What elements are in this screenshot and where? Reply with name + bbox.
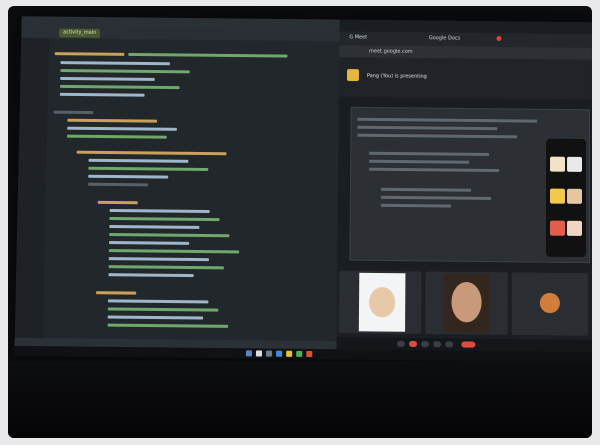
code-line xyxy=(77,151,227,156)
mic-button[interactable] xyxy=(397,341,405,347)
camera-button[interactable] xyxy=(409,341,417,347)
code-line xyxy=(55,52,125,56)
code-line xyxy=(109,265,224,269)
browser-window: G Meet Google Docs meet.google.com Pang … xyxy=(337,20,592,352)
code-line xyxy=(109,257,209,261)
leave-call-button[interactable] xyxy=(461,341,475,347)
code-line xyxy=(67,127,177,131)
code-line xyxy=(110,209,210,213)
code-line xyxy=(98,201,138,204)
presenting-banner: Pang (You) is presenting xyxy=(339,57,592,99)
code-line xyxy=(108,299,208,303)
photo-of-monitor: activity_main G Meet Google Docs meet.go… xyxy=(8,6,592,438)
taskbar-app-icon[interactable] xyxy=(276,351,282,357)
desk-surface xyxy=(8,361,592,438)
shared-code-line xyxy=(369,160,469,164)
more-options-button[interactable] xyxy=(445,341,453,347)
monitor-screen: activity_main G Meet Google Docs meet.go… xyxy=(14,16,592,362)
ide-active-tab[interactable]: activity_main xyxy=(59,28,100,37)
code-line xyxy=(88,159,188,163)
participant-tile[interactable] xyxy=(339,271,422,334)
shared-code-line xyxy=(358,126,498,130)
browser-tab[interactable]: Google Docs xyxy=(429,35,460,41)
shared-code-line xyxy=(381,196,491,200)
start-icon[interactable] xyxy=(246,350,252,356)
presenting-text: Pang (You) is presenting xyxy=(367,73,427,80)
code-line xyxy=(88,183,148,187)
line-number-gutter xyxy=(15,38,49,338)
participant-face xyxy=(451,282,481,323)
participant-face xyxy=(369,287,395,318)
shared-code-line xyxy=(369,152,489,156)
code-line xyxy=(109,225,199,229)
participant-strip xyxy=(337,267,592,340)
code-line xyxy=(88,167,208,171)
taskbar-app-icon[interactable] xyxy=(286,351,292,357)
taskbar-app-icon[interactable] xyxy=(306,351,312,357)
code-line xyxy=(109,233,229,237)
browser-tab[interactable]: G Meet xyxy=(349,34,367,40)
app-tile xyxy=(550,157,565,172)
code-line xyxy=(88,175,168,179)
app-tile xyxy=(550,189,565,204)
shared-code-line xyxy=(369,168,499,172)
shared-code-line xyxy=(357,134,517,139)
code-line xyxy=(108,316,204,320)
phone-emulator-preview xyxy=(546,139,586,257)
taskbar-app-icon[interactable] xyxy=(266,351,272,357)
code-line xyxy=(128,53,287,58)
ide-window: activity_main xyxy=(15,16,340,341)
present-button[interactable] xyxy=(433,341,441,347)
code-line xyxy=(53,111,93,114)
captions-button[interactable] xyxy=(421,341,429,347)
address-text: meet.google.com xyxy=(369,49,413,55)
search-icon[interactable] xyxy=(256,350,262,356)
code-line xyxy=(60,85,180,89)
code-line xyxy=(108,307,219,311)
shared-code-line xyxy=(381,204,451,208)
code-line xyxy=(60,93,145,97)
participant-avatar xyxy=(540,293,560,313)
code-line xyxy=(67,135,167,139)
presentation-icon xyxy=(347,69,359,81)
participant-tile[interactable] xyxy=(512,272,588,335)
participant-tile[interactable] xyxy=(425,271,508,334)
code-line xyxy=(109,217,219,221)
app-tile xyxy=(567,157,582,172)
code-line xyxy=(60,77,155,81)
code-line xyxy=(60,61,170,65)
code-line xyxy=(67,119,157,123)
code-line xyxy=(60,69,189,73)
code-line xyxy=(107,324,228,328)
app-tile xyxy=(567,221,582,236)
shared-code-line xyxy=(358,118,538,123)
shared-code-line xyxy=(381,188,471,192)
code-line xyxy=(108,273,193,277)
code-line xyxy=(109,241,189,245)
code-line xyxy=(109,249,239,253)
app-tile xyxy=(567,189,582,204)
taskbar-app-icon[interactable] xyxy=(296,351,302,357)
app-tile xyxy=(550,221,565,236)
code-line xyxy=(96,291,136,294)
recording-indicator-icon xyxy=(496,36,501,41)
